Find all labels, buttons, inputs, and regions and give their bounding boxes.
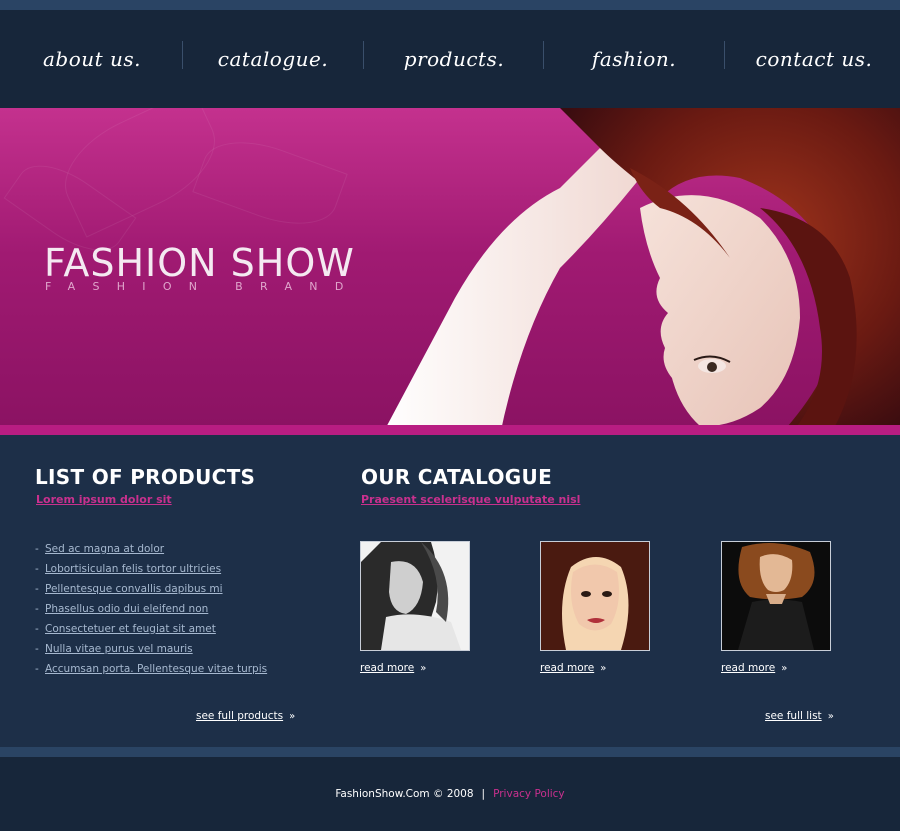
footer-strip xyxy=(0,747,900,757)
catalogue-thumb-2[interactable] xyxy=(540,541,650,651)
product-link[interactable]: Consectetuer et feugiat sit amet xyxy=(45,623,216,635)
product-link[interactable]: Lobortisiculan felis tortor ultricies xyxy=(45,563,221,575)
list-item: - Pellentesque convallis dapibus mi xyxy=(35,583,223,595)
double-chevron-right-icon: » xyxy=(600,662,607,674)
read-more-label: read more xyxy=(360,662,415,674)
list-item: - Sed ac magna at dolor xyxy=(35,543,165,555)
list-item: - Lobortisiculan felis tortor ultricies xyxy=(35,563,222,575)
products-subheading-link[interactable]: Lorem ipsum dolor sit xyxy=(36,493,172,506)
list-item: - Phasellus odio dui eleifend non xyxy=(35,603,209,615)
products-list: - Sed ac magna at dolor - Lobortisiculan f… xyxy=(35,539,267,679)
hero-bottom-bar xyxy=(0,425,900,435)
hero-title: FASHION SHOW xyxy=(44,241,355,285)
double-chevron-right-icon: » xyxy=(827,710,834,722)
footer-separator: | xyxy=(481,788,486,800)
copyright-text: FashionShow.Com © 2008 xyxy=(335,788,474,800)
read-more-label: read more xyxy=(540,662,595,674)
list-item: - Accumsan porta. Pellentesque vitae turp… xyxy=(35,663,268,675)
nav-products[interactable]: products. xyxy=(364,10,544,108)
model-photo xyxy=(541,542,649,650)
nav-fashion[interactable]: fashion. xyxy=(544,10,724,108)
double-chevron-right-icon: » xyxy=(420,662,427,674)
list-item: - Nulla vitae purus vel mauris xyxy=(35,643,193,655)
products-heading: LIST OF PRODUCTS xyxy=(35,465,256,489)
product-link[interactable]: Nulla vitae purus vel mauris xyxy=(45,643,193,655)
see-full-list-label: see full list xyxy=(765,710,822,722)
privacy-policy-link[interactable]: Privacy Policy xyxy=(493,788,565,800)
read-more-link-2[interactable]: read more » xyxy=(540,662,606,674)
hero-banner: FASHION SHOW FASHION BRAND xyxy=(0,108,900,435)
see-full-list-link[interactable]: see full list » xyxy=(765,710,834,722)
double-chevron-right-icon: » xyxy=(781,662,788,674)
nav-contact-us[interactable]: contact us. xyxy=(724,10,900,108)
double-chevron-right-icon: » xyxy=(289,710,296,722)
main-nav: about us. catalogue. products. fashion. … xyxy=(0,10,900,108)
top-strip xyxy=(0,0,900,10)
catalogue-thumb-3[interactable] xyxy=(721,541,831,651)
product-link[interactable]: Pellentesque convallis dapibus mi xyxy=(45,583,223,595)
read-more-link-1[interactable]: read more » xyxy=(360,662,426,674)
model-photo xyxy=(722,542,830,650)
see-full-products-link[interactable]: see full products » xyxy=(196,710,295,722)
product-link[interactable]: Phasellus odio dui eleifend non xyxy=(45,603,208,615)
nav-catalogue[interactable]: catalogue. xyxy=(183,10,363,108)
see-full-products-label: see full products xyxy=(196,710,284,722)
nav-about-us[interactable]: about us. xyxy=(2,10,182,108)
catalogue-thumb-1[interactable] xyxy=(360,541,470,651)
read-more-link-3[interactable]: read more » xyxy=(721,662,787,674)
product-link[interactable]: Accumsan porta. Pellentesque vitae turpi… xyxy=(45,663,267,675)
model-photo xyxy=(361,542,469,650)
footer: FashionShow.Com © 2008 | Privacy Policy xyxy=(0,757,900,831)
catalogue-subheading-link[interactable]: Praesent scelerisque vulputate nisl xyxy=(361,493,580,506)
read-more-label: read more xyxy=(721,662,776,674)
product-link[interactable]: Sed ac magna at dolor xyxy=(45,543,164,555)
list-item: - Consectetuer et feugiat sit amet xyxy=(35,623,216,635)
catalogue-heading: OUR CATALOGUE xyxy=(361,465,553,489)
hero-subtitle: FASHION BRAND xyxy=(45,280,361,293)
